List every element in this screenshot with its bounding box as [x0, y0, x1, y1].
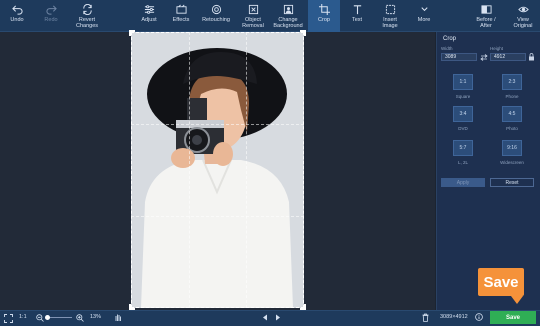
- effects-button[interactable]: Effects: [168, 0, 194, 32]
- undo-label: Undo: [10, 17, 24, 23]
- undo-button[interactable]: Undo: [4, 0, 30, 32]
- lock-icon[interactable]: [528, 53, 535, 61]
- next-image-icon[interactable]: [275, 314, 281, 321]
- top-toolbar: Undo Redo Revert Changes Adjust Effects …: [0, 0, 540, 32]
- height-field[interactable]: 4912: [490, 53, 526, 61]
- ratio-widescreen-button[interactable]: 9:16: [502, 140, 522, 156]
- undo-icon: [11, 5, 23, 15]
- retouching-icon: [211, 4, 221, 15]
- object-removal-label: Object Removal: [242, 17, 264, 29]
- previous-image-icon[interactable]: [262, 314, 268, 321]
- crop-button[interactable]: Crop: [308, 0, 340, 32]
- text-icon: [353, 5, 361, 15]
- insert-image-icon: [385, 4, 395, 15]
- width-label: Width: [441, 46, 453, 51]
- save-callout: Save: [478, 268, 524, 296]
- info-icon[interactable]: [475, 313, 483, 321]
- save-button[interactable]: Save: [490, 311, 536, 324]
- effects-label: Effects: [172, 17, 190, 23]
- insert-image-button[interactable]: Insert Image: [376, 0, 404, 32]
- view-original-label: View Original: [513, 17, 533, 29]
- object-removal-icon: [248, 4, 258, 15]
- effects-icon: [175, 4, 187, 14]
- revert-icon: [82, 4, 92, 15]
- ratio-dvd-label: DVD: [458, 126, 468, 131]
- before-after-label: Before / After: [476, 17, 496, 29]
- change-background-label: Change Background: [273, 17, 303, 29]
- object-removal-button[interactable]: Object Removal: [238, 0, 268, 32]
- crop-handle-top-left[interactable]: [129, 30, 135, 36]
- more-label: More: [417, 17, 431, 23]
- before-after-icon: [480, 5, 492, 14]
- redo-button[interactable]: Redo: [38, 0, 64, 32]
- text-label: Text: [351, 17, 363, 23]
- crop-label: Crop: [318, 17, 330, 23]
- width-field[interactable]: 3089: [441, 53, 477, 61]
- zoom-level: 13%: [90, 314, 102, 320]
- background-icon: [283, 4, 293, 15]
- change-background-button[interactable]: Change Background: [271, 0, 305, 32]
- zoom-slider-thumb[interactable]: [45, 315, 50, 320]
- revert-changes-button[interactable]: Revert Changes: [72, 0, 102, 32]
- zoom-out-icon[interactable]: [36, 314, 44, 322]
- crop-frame[interactable]: [131, 32, 304, 308]
- retouching-button[interactable]: Retouching: [199, 0, 233, 32]
- ratio-widescreen-label: Widescreen: [500, 160, 524, 165]
- retouching-label: Retouching: [202, 17, 230, 23]
- crop-icon: [318, 4, 330, 15]
- ratio-phone-label: Phone: [505, 94, 519, 99]
- panel-title: Crop: [443, 36, 457, 42]
- text-button[interactable]: Text: [344, 0, 370, 32]
- image-dimensions: 3089×4912: [440, 314, 468, 320]
- ratio-phone-button[interactable]: 2:3: [502, 74, 522, 90]
- save-callout-arrow: [511, 296, 523, 304]
- ratio-square-button[interactable]: 1:1: [453, 74, 473, 90]
- ratio-square-label: Square: [455, 94, 471, 99]
- crop-handle-top-right[interactable]: [300, 30, 306, 36]
- ratio-dvd-button[interactable]: 3:4: [453, 106, 473, 122]
- actual-size-button[interactable]: 1:1: [19, 314, 27, 320]
- ratio-photo-button[interactable]: 4:5: [502, 106, 522, 122]
- hand-tool-icon[interactable]: [114, 313, 122, 322]
- sliders-icon: [144, 5, 154, 14]
- apply-button[interactable]: Apply: [441, 178, 485, 187]
- ratio-l2l-button[interactable]: 5:7: [453, 140, 473, 156]
- redo-icon: [45, 5, 57, 15]
- insert-image-label: Insert Image: [382, 17, 398, 29]
- eye-icon: [517, 6, 529, 13]
- swap-icon[interactable]: [480, 54, 488, 61]
- adjust-label: Adjust: [141, 17, 157, 23]
- redo-label: Redo: [44, 17, 58, 23]
- more-button[interactable]: More: [412, 0, 436, 32]
- zoom-in-icon[interactable]: [76, 314, 84, 322]
- view-original-button[interactable]: View Original: [508, 0, 538, 32]
- ratio-l2l-label: L, 2L: [457, 160, 468, 165]
- reset-button[interactable]: Reset: [490, 178, 534, 187]
- before-after-button[interactable]: Before / After: [470, 0, 502, 32]
- chevron-down-icon: [420, 7, 428, 12]
- fit-screen-icon[interactable]: [4, 314, 13, 323]
- ratio-photo-label: Photo: [506, 126, 518, 131]
- revert-changes-label: Revert Changes: [75, 17, 99, 29]
- trash-icon[interactable]: [422, 313, 429, 322]
- adjust-button[interactable]: Adjust: [136, 0, 162, 32]
- height-label: Height: [490, 46, 504, 51]
